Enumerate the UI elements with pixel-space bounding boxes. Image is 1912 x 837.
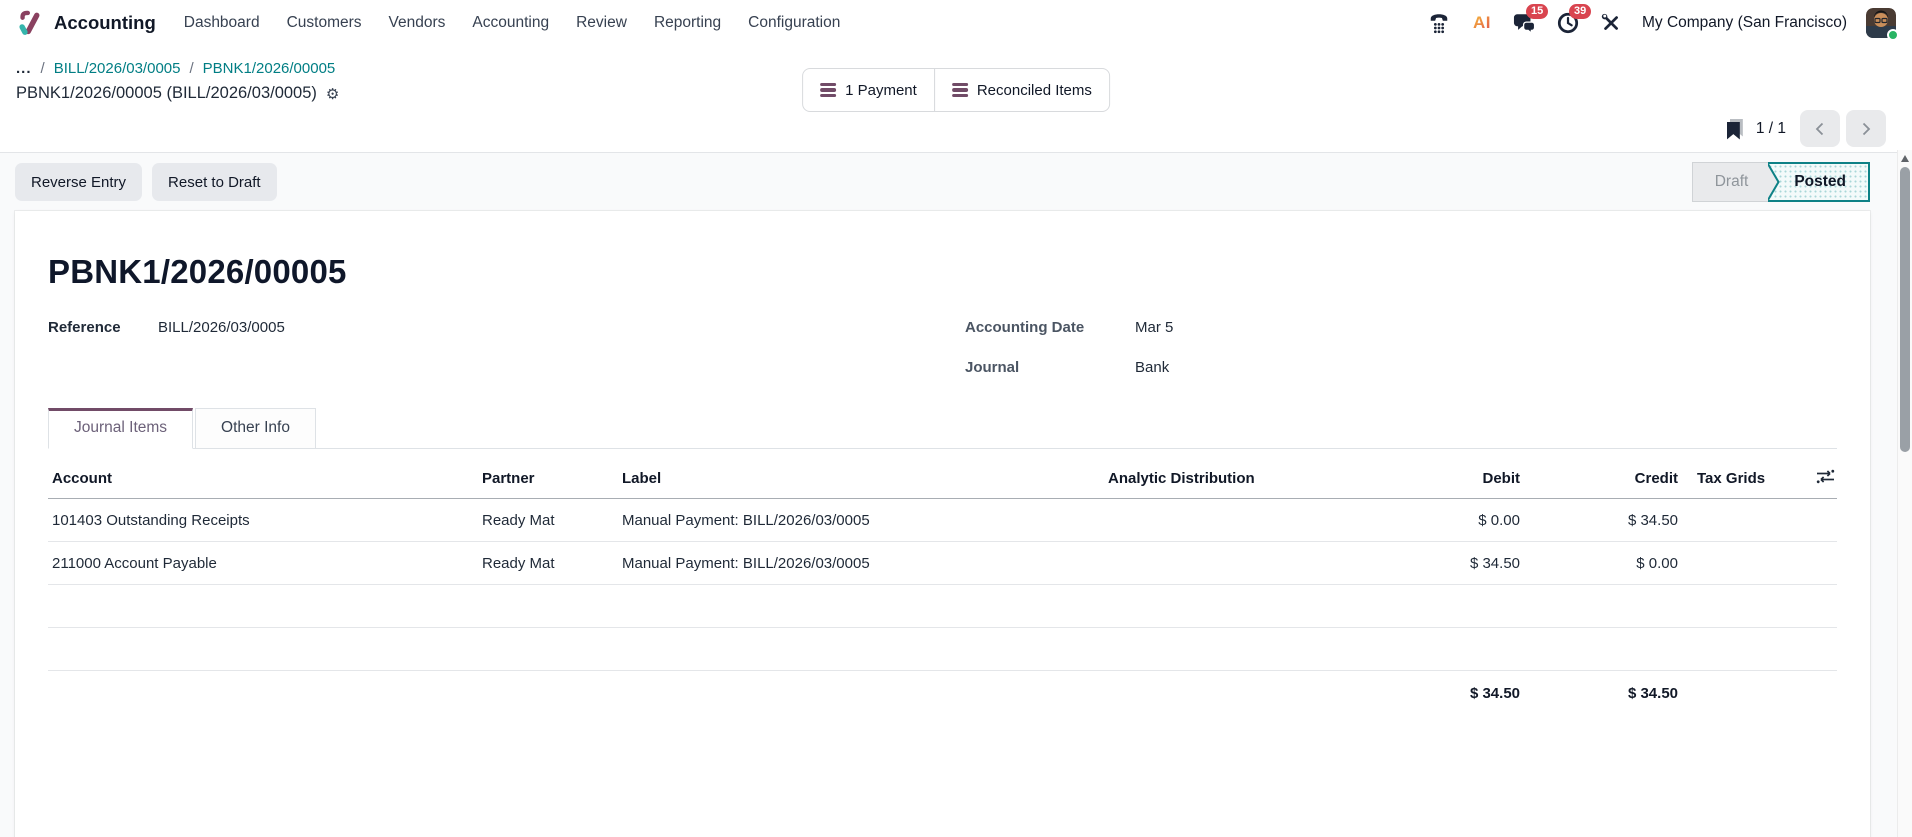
menu-customers[interactable]: Customers	[287, 14, 362, 32]
bars-icon	[820, 83, 836, 98]
record-subtitle: PBNK1/2026/00005 (BILL/2026/03/0005)	[16, 84, 317, 103]
cell-account[interactable]: 211000 Account Payable	[48, 542, 478, 585]
pager-previous-button[interactable]	[1800, 110, 1840, 147]
cell-analytic[interactable]	[1104, 499, 1338, 542]
menu-dashboard[interactable]: Dashboard	[184, 14, 260, 32]
total-credit: $ 34.50	[1528, 671, 1686, 717]
totals-row: $ 34.50 $ 34.50	[48, 671, 1837, 717]
empty-row	[48, 585, 1837, 628]
main-menu: Dashboard Customers Vendors Accounting R…	[184, 14, 841, 32]
menu-configuration[interactable]: Configuration	[748, 14, 840, 32]
reference-label: Reference	[48, 319, 136, 376]
journal-item-row[interactable]: 101403 Outstanding Receipts Ready Mat Ma…	[48, 499, 1837, 542]
activities-badge: 39	[1569, 4, 1591, 19]
reset-to-draft-button[interactable]: Reset to Draft	[152, 163, 277, 201]
voip-phone-icon[interactable]	[1427, 11, 1451, 35]
vertical-scrollbar[interactable]	[1897, 150, 1912, 837]
breadcrumb-ellipsis[interactable]: ...	[16, 60, 32, 77]
company-switcher[interactable]: My Company (San Francisco)	[1642, 14, 1847, 32]
reconciled-items-smart-button-label: Reconciled Items	[977, 82, 1092, 99]
activities-clock-icon[interactable]: 39	[1556, 11, 1580, 35]
menu-accounting[interactable]: Accounting	[472, 14, 549, 32]
scrollbar-thumb[interactable]	[1900, 167, 1910, 452]
user-avatar[interactable]	[1866, 8, 1896, 38]
accounting-date-label: Accounting Date	[965, 319, 1135, 336]
cell-analytic[interactable]	[1104, 542, 1338, 585]
cell-debit[interactable]: $ 0.00	[1338, 499, 1528, 542]
table-header-row: Account Partner Label Analytic Distribut…	[48, 451, 1837, 499]
payments-smart-button-label: 1 Payment	[845, 82, 917, 99]
header-fields: Reference BILL/2026/03/0005 Accounting D…	[48, 319, 1837, 376]
reference-value[interactable]: BILL/2026/03/0005	[158, 319, 285, 376]
chevron-left-icon	[1814, 121, 1826, 137]
reverse-entry-button[interactable]: Reverse Entry	[15, 163, 142, 201]
journal-label: Journal	[965, 359, 1135, 376]
cell-partner[interactable]: Ready Mat	[478, 542, 618, 585]
bookmark-icon[interactable]	[1727, 119, 1742, 139]
messages-icon[interactable]: 15	[1513, 11, 1537, 35]
cell-credit[interactable]: $ 34.50	[1528, 499, 1686, 542]
cell-tax-grids[interactable]	[1686, 499, 1781, 542]
ai-icon[interactable]: AI	[1470, 11, 1494, 35]
chevron-right-icon	[1860, 121, 1872, 137]
online-status-dot	[1887, 29, 1899, 41]
top-navbar: Accounting Dashboard Customers Vendors A…	[0, 0, 1912, 46]
statusbar-posted-label: Posted	[1794, 173, 1846, 191]
journal-item-row[interactable]: 211000 Account Payable Ready Mat Manual …	[48, 542, 1837, 585]
empty-row	[48, 628, 1837, 671]
cell-account[interactable]: 101403 Outstanding Receipts	[48, 499, 478, 542]
odoo-accounting-logo[interactable]	[16, 9, 44, 37]
cell-label[interactable]: Manual Payment: BILL/2026/03/0005	[618, 542, 1104, 585]
journal-value[interactable]: Bank	[1135, 359, 1173, 376]
entry-name-title: PBNK1/2026/00005	[48, 253, 1837, 291]
gear-icon[interactable]: ⚙	[326, 85, 339, 103]
col-debit[interactable]: Debit	[1338, 451, 1528, 499]
reconciled-items-smart-button[interactable]: Reconciled Items	[934, 68, 1110, 112]
accounting-date-value[interactable]: Mar 5	[1135, 319, 1173, 336]
pager-next-button[interactable]	[1846, 110, 1886, 147]
cell-tax-grids[interactable]	[1686, 542, 1781, 585]
col-partner[interactable]: Partner	[478, 451, 618, 499]
menu-reporting[interactable]: Reporting	[654, 14, 721, 32]
col-analytic[interactable]: Analytic Distribution	[1104, 451, 1338, 499]
cell-debit[interactable]: $ 34.50	[1338, 542, 1528, 585]
form-sheet: PBNK1/2026/00005 Reference BILL/2026/03/…	[15, 211, 1870, 837]
bars-icon	[952, 83, 968, 98]
col-account[interactable]: Account	[48, 451, 478, 499]
notebook-tabs: Journal Items Other Info	[48, 408, 1837, 449]
cell-credit[interactable]: $ 0.00	[1528, 542, 1686, 585]
breadcrumb-separator: /	[189, 60, 193, 77]
total-debit: $ 34.50	[1338, 671, 1528, 717]
statusbar: Draft Posted	[1692, 162, 1870, 202]
pager: 1 / 1	[1727, 110, 1886, 147]
statusbar-state-draft[interactable]: Draft	[1692, 162, 1769, 202]
tab-other-info[interactable]: Other Info	[195, 408, 316, 448]
breadcrumb-parent-link[interactable]: BILL/2026/03/0005	[54, 60, 181, 77]
payments-smart-button[interactable]: 1 Payment	[802, 68, 935, 112]
col-credit[interactable]: Credit	[1528, 451, 1686, 499]
menu-review[interactable]: Review	[576, 14, 627, 32]
tools-icon[interactable]	[1599, 11, 1623, 35]
app-name[interactable]: Accounting	[54, 12, 156, 34]
scrollbar-up-arrow[interactable]	[1901, 155, 1909, 162]
col-tax-grids[interactable]: Tax Grids	[1686, 451, 1781, 499]
systray: AI 15 39 My Company (San Francisco)	[1427, 8, 1896, 38]
optional-columns-toggle[interactable]	[1781, 451, 1837, 499]
menu-vendors[interactable]: Vendors	[389, 14, 446, 32]
col-label[interactable]: Label	[618, 451, 1104, 499]
statusbar-state-posted[interactable]: Posted	[1768, 162, 1870, 202]
smart-button-box: 1 Payment Reconciled Items	[802, 68, 1110, 112]
cell-label[interactable]: Manual Payment: BILL/2026/03/0005	[618, 499, 1104, 542]
cell-partner[interactable]: Ready Mat	[478, 499, 618, 542]
control-panel: ... / BILL/2026/03/0005 / PBNK1/2026/000…	[0, 46, 1912, 153]
statusbar-chevron-divider	[1768, 164, 1781, 200]
sliders-icon	[1816, 469, 1835, 484]
breadcrumb-current-link[interactable]: PBNK1/2026/00005	[203, 60, 336, 77]
journal-items-table: Account Partner Label Analytic Distribut…	[48, 451, 1837, 717]
status-action-row: Reverse Entry Reset to Draft Draft Poste…	[0, 153, 1912, 211]
breadcrumb-separator: /	[41, 60, 45, 77]
messages-badge: 15	[1526, 4, 1548, 19]
pager-counter[interactable]: 1 / 1	[1756, 120, 1786, 138]
tab-journal-items[interactable]: Journal Items	[48, 408, 193, 449]
